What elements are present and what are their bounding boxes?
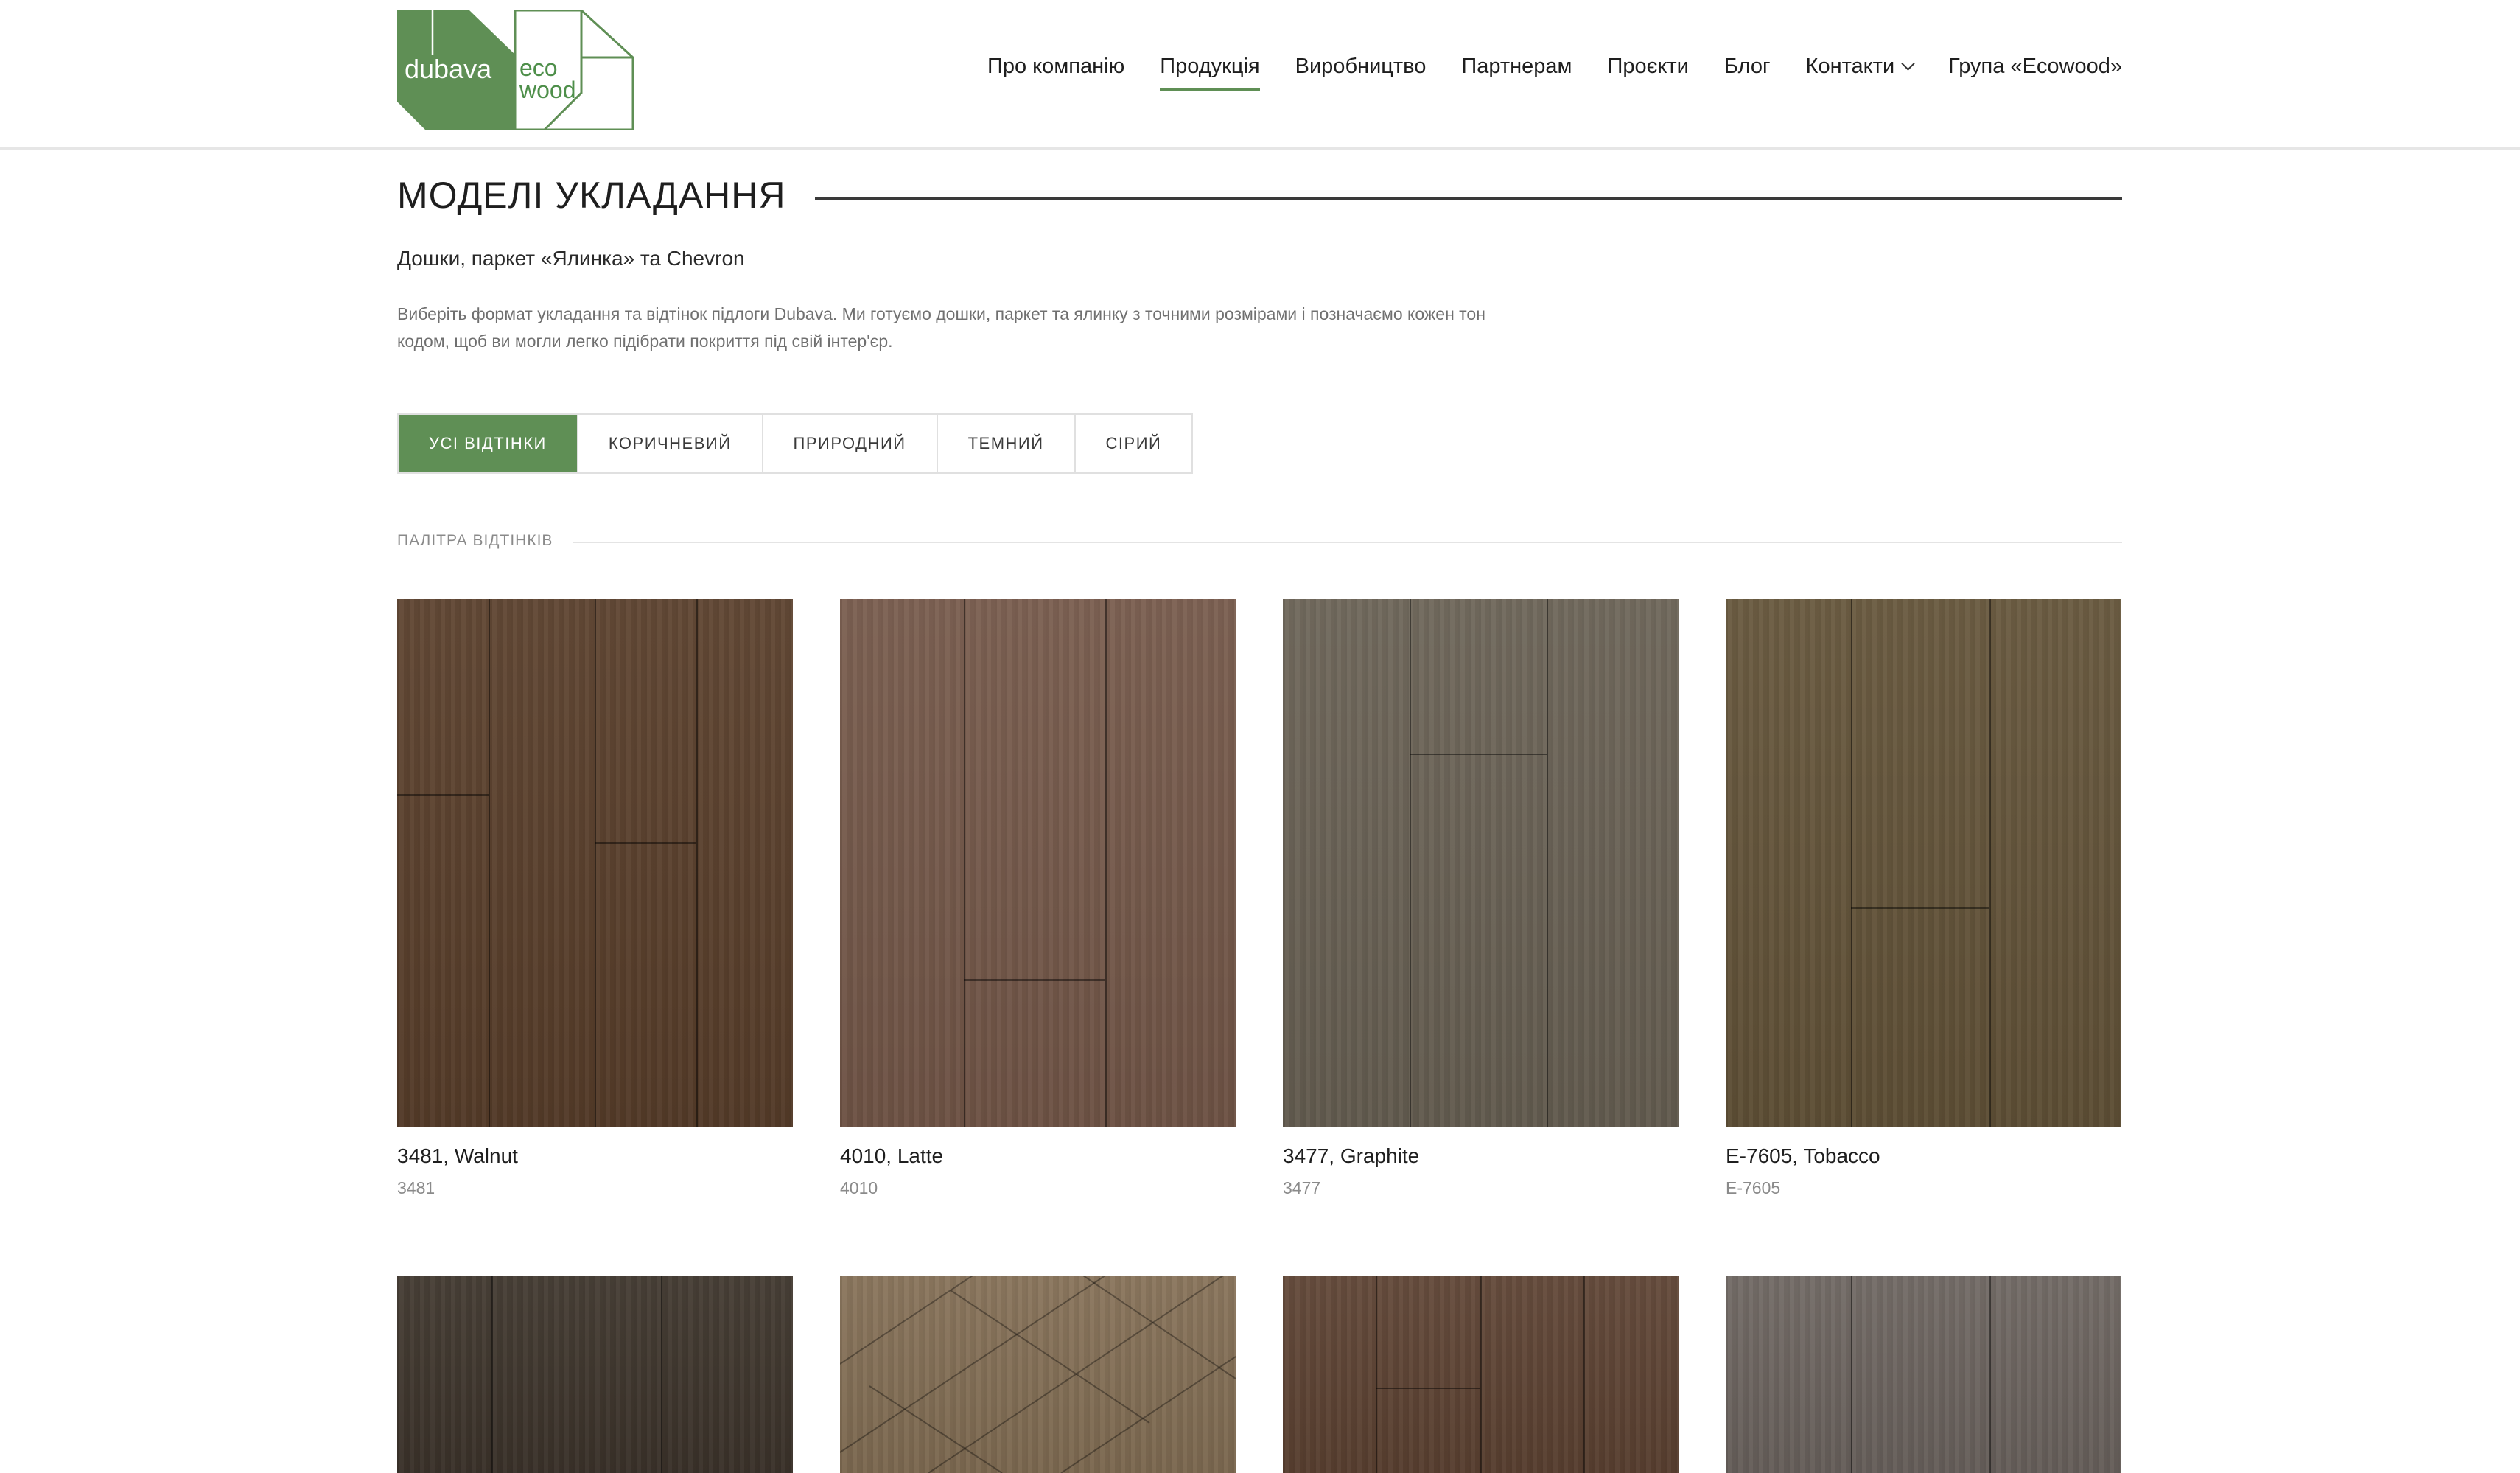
palette-divider	[573, 542, 2122, 543]
product-code: E-7605	[1726, 1178, 1781, 1197]
filter-all-shades[interactable]: УСІ ВІДТІНКИ	[399, 415, 577, 472]
filter-dark[interactable]: ТЕМНИЙ	[936, 415, 1074, 472]
product-swatch-image[interactable]	[840, 1276, 1236, 1473]
nav-blog-label: Блог	[1723, 55, 1771, 78]
nav-projects-label: Проєкти	[1607, 55, 1689, 78]
title-divider	[815, 197, 2122, 200]
filter-natural[interactable]: ПРИРОДНИЙ	[761, 415, 937, 472]
nav-contacts[interactable]: Контакти	[1805, 50, 1915, 91]
nav-blog[interactable]: Блог	[1724, 50, 1771, 91]
product-card[interactable]: 3477, Graphite 3477	[1283, 599, 1679, 1197]
nav-ecowood-group[interactable]: Група «Ecowood»	[1948, 50, 2122, 91]
chevron-down-icon	[1901, 57, 1915, 71]
logo-brand-text: dubava	[405, 54, 492, 84]
filter-grey[interactable]: СІРИЙ	[1074, 415, 1192, 472]
nav-projects[interactable]: Проєкти	[1607, 50, 1688, 91]
product-swatch-image[interactable]	[1283, 599, 1679, 1127]
nav-about-label: Про компанію	[987, 55, 1125, 78]
logo-wood-text: wood	[519, 77, 576, 103]
product-card[interactable]: E-7605, Tobacco E-7605	[1726, 599, 2121, 1197]
product-card[interactable]	[397, 1276, 793, 1473]
nav-partners-label: Партнерам	[1461, 55, 1572, 78]
product-code: 3477	[1283, 1178, 1321, 1197]
nav-contacts-label: Контакти	[1805, 55, 1895, 78]
product-name[interactable]: E-7605, Tobacco	[1726, 1144, 1880, 1168]
product-name[interactable]: 3477, Graphite	[1283, 1144, 1419, 1168]
nav-production[interactable]: Виробництво	[1295, 50, 1427, 91]
product-code: 4010	[840, 1178, 878, 1197]
product-swatch-image[interactable]	[397, 1276, 793, 1473]
product-card[interactable]	[840, 1276, 1236, 1473]
dubava-ecowood-logo[interactable]: dubava eco wood	[397, 9, 634, 131]
nav-products[interactable]: Продукція	[1160, 50, 1260, 91]
page-title: МОДЕЛІ УКЛАДАННЯ	[397, 175, 786, 216]
product-swatch-image[interactable]	[397, 599, 793, 1127]
product-card[interactable]: 4010, Latte 4010	[840, 599, 1236, 1197]
product-name[interactable]: 4010, Latte	[840, 1144, 943, 1168]
nav-ecowood-group-label: Група «Ecowood»	[1948, 55, 2122, 78]
product-code: 3481	[397, 1178, 435, 1197]
product-swatch-image[interactable]	[1283, 1276, 1679, 1473]
page-subtitle: Дошки, паркет «Ялинка» та Chevron	[397, 247, 745, 270]
nav-products-label: Продукція	[1160, 55, 1260, 78]
filter-brown[interactable]: КОРИЧНЕВИЙ	[576, 415, 762, 472]
product-card[interactable]: 3481, Walnut 3481	[397, 599, 793, 1197]
product-swatch-image[interactable]	[840, 599, 1236, 1127]
product-card[interactable]	[1726, 1276, 2121, 1473]
nav-about[interactable]: Про компанію	[987, 50, 1124, 91]
shade-filter-tabs: УСІ ВІДТІНКИ КОРИЧНЕВИЙ ПРИРОДНИЙ ТЕМНИЙ…	[397, 413, 1194, 474]
nav-partners[interactable]: Партнерам	[1461, 50, 1572, 91]
herringbone-pattern-icon	[840, 1276, 1236, 1473]
site-header: dubava eco wood Про компанію Продукція В…	[0, 0, 2520, 150]
product-swatch-image[interactable]	[1726, 1276, 2121, 1473]
product-swatch-image[interactable]	[1726, 599, 2121, 1127]
palette-label: ПАЛІТРА ВІДТІНКІВ	[397, 532, 553, 549]
nav-production-label: Виробництво	[1295, 55, 1427, 78]
main-nav: Про компанію Продукція Виробництво Партн…	[987, 50, 2122, 91]
page-description: Виберіть формат укладання та відтінок пі…	[397, 304, 1485, 351]
product-card[interactable]	[1283, 1276, 1679, 1473]
product-name[interactable]: 3481, Walnut	[397, 1144, 518, 1168]
